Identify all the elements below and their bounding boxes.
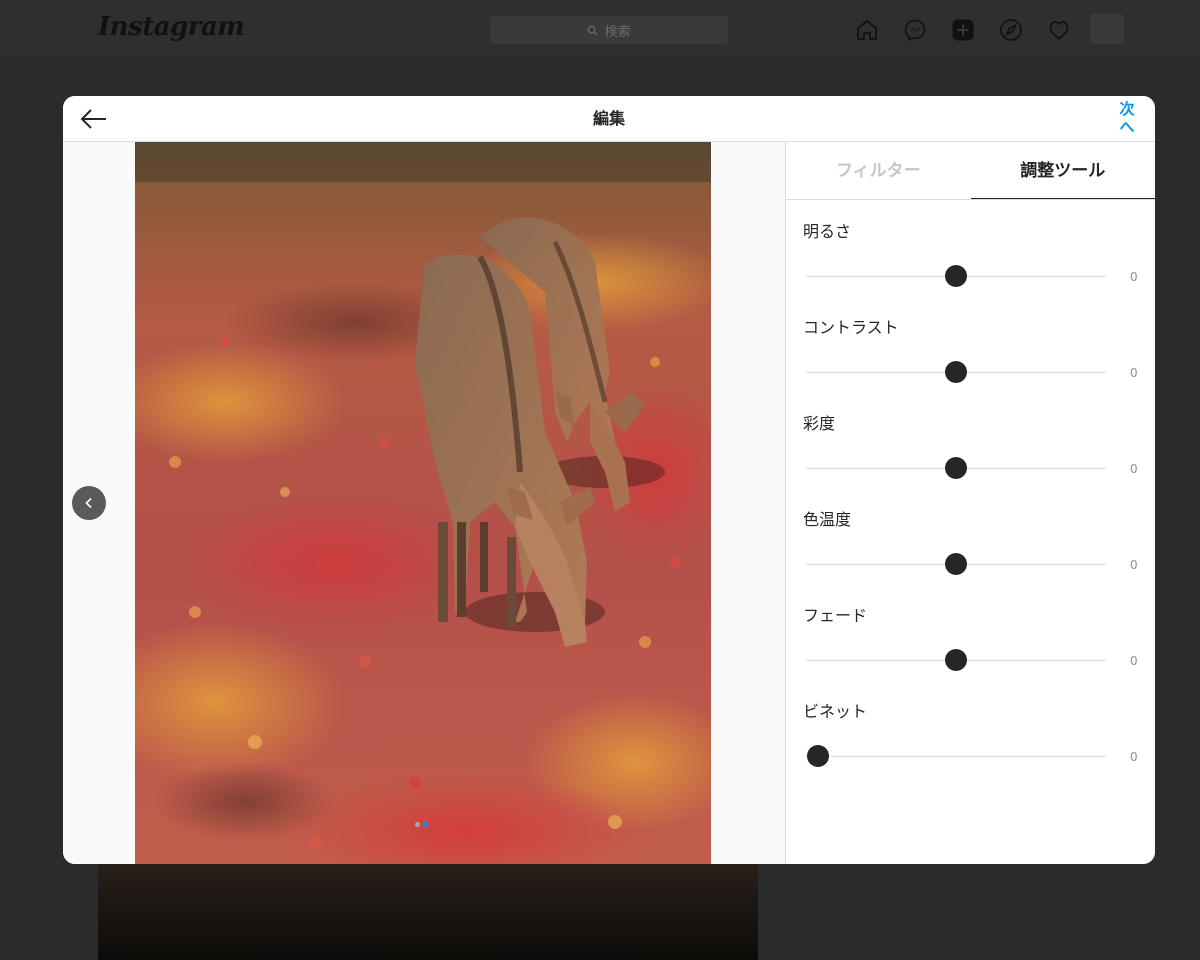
adjustment-value: 0 (1130, 558, 1138, 572)
slider-handle[interactable] (945, 265, 967, 287)
vignette-slider[interactable] (806, 745, 1106, 767)
adjustment-list: 明るさ 0 コントラスト 0 彩度 0 色温度 0 フェード 0 ビネット 0 (786, 200, 1155, 776)
messenger-icon[interactable] (902, 17, 928, 43)
slider-handle[interactable] (945, 553, 967, 575)
home-icon[interactable] (854, 17, 880, 43)
edit-tabs: フィルター 調整ツール (786, 142, 1155, 200)
carousel-dot (415, 822, 420, 827)
adjustment-fade: フェード 0 (786, 584, 1155, 680)
feed-photo-dimmed (98, 862, 758, 960)
adjustment-value: 0 (1130, 270, 1138, 284)
previous-image-button[interactable] (72, 486, 106, 520)
adjustment-vignette: ビネット 0 (786, 680, 1155, 776)
adjustment-value: 0 (1130, 462, 1138, 476)
chevron-left-icon (85, 497, 92, 509)
top-navigation: Instagram 検索 (0, 0, 1200, 58)
carousel-dot (423, 822, 428, 827)
instagram-logo[interactable]: Instagram (98, 12, 245, 42)
tab-filter[interactable]: フィルター (786, 142, 971, 199)
new-post-icon[interactable] (950, 17, 976, 43)
brightness-slider[interactable] (806, 265, 1106, 287)
edit-panel: フィルター 調整ツール 明るさ 0 コントラスト 0 彩度 0 色温度 0 フェード 0 ビネット 0 (785, 142, 1155, 864)
carousel-indicator (415, 822, 428, 827)
slider-handle[interactable] (945, 457, 967, 479)
profile-avatar[interactable] (1090, 14, 1124, 44)
adjustment-value: 0 (1130, 654, 1138, 668)
slider-handle[interactable] (945, 361, 967, 383)
adjustment-label: 彩度 (803, 414, 836, 433)
slider-handle[interactable] (945, 649, 967, 671)
fade-slider[interactable] (806, 649, 1106, 671)
adjustment-contrast: コントラスト 0 (786, 296, 1155, 392)
slider-handle[interactable] (807, 745, 829, 767)
deer-autumn-photo (135, 142, 711, 864)
adjustment-brightness: 明るさ 0 (786, 200, 1155, 296)
temperature-slider[interactable] (806, 553, 1106, 575)
adjustment-saturation: 彩度 0 (786, 392, 1155, 488)
edit-modal: 編集 次へ フィルター 調整ツール 明るさ 0 コントラスト 0 彩度 0 色温… (63, 96, 1155, 864)
contrast-slider[interactable] (806, 361, 1106, 383)
arrow-left-icon (80, 109, 106, 129)
image-preview-area (63, 142, 785, 864)
search-input[interactable]: 検索 (490, 16, 728, 44)
next-button[interactable]: 次へ (1117, 100, 1137, 136)
adjustment-label: 色温度 (803, 510, 852, 529)
heart-icon[interactable] (1046, 17, 1072, 43)
back-button[interactable] (79, 107, 109, 131)
nav-icons (854, 17, 1072, 43)
modal-header: 編集 次へ (63, 96, 1155, 142)
tab-adjustments[interactable]: 調整ツール (970, 142, 1155, 199)
explore-icon[interactable] (998, 17, 1024, 43)
search-placeholder: 検索 (604, 24, 631, 40)
adjustment-label: フェード (803, 606, 868, 625)
adjustment-temperature: 色温度 0 (786, 488, 1155, 584)
saturation-slider[interactable] (806, 457, 1106, 479)
photo-preview (135, 142, 711, 864)
modal-title: 編集 (592, 109, 625, 128)
adjustment-value: 0 (1130, 366, 1138, 380)
search-icon (588, 25, 599, 36)
adjustment-label: コントラスト (803, 318, 899, 337)
adjustment-label: 明るさ (803, 222, 852, 241)
adjustment-value: 0 (1130, 750, 1138, 764)
adjustment-label: ビネット (803, 702, 868, 721)
